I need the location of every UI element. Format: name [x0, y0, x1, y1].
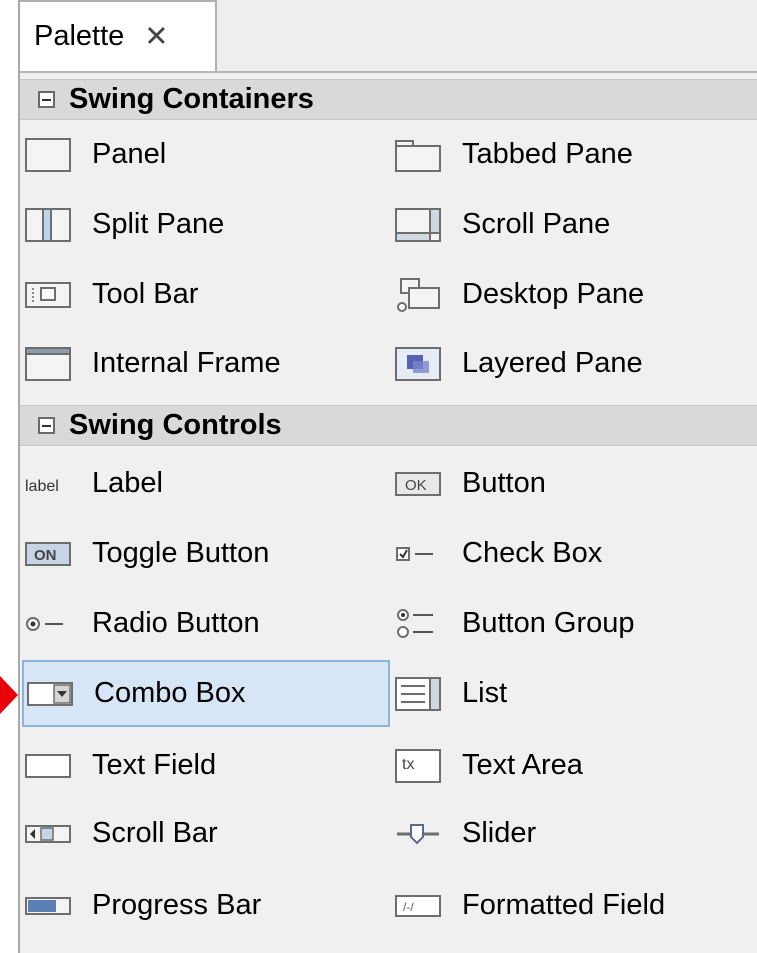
- palette-item-desktop-pane[interactable]: Desktop Pane: [392, 261, 752, 328]
- internal-frame-icon: [22, 344, 74, 384]
- check-box-icon: [392, 534, 444, 574]
- collapse-icon[interactable]: [38, 91, 55, 108]
- panel-icon: [22, 135, 74, 175]
- list-icon: [392, 674, 444, 714]
- radio-button-icon: [22, 604, 74, 644]
- collapse-icon[interactable]: [38, 417, 55, 434]
- split-pane-icon: [22, 205, 74, 245]
- item-label: Desktop Pane: [462, 278, 645, 310]
- palette-item-label[interactable]: label Label: [22, 450, 390, 517]
- item-label: Button Group: [462, 607, 635, 639]
- close-icon[interactable]: ✕: [144, 19, 168, 54]
- tab-strip: Palette ✕: [20, 0, 757, 73]
- tab-label: Palette: [34, 20, 125, 52]
- item-label: Radio Button: [92, 607, 260, 639]
- palette-item-check-box[interactable]: Check Box: [392, 520, 752, 587]
- palette-item-panel[interactable]: Panel: [22, 121, 390, 188]
- selection-marker-icon: [0, 676, 18, 714]
- button-icon: OK: [392, 464, 444, 504]
- palette-item-list[interactable]: List: [392, 660, 752, 727]
- palette-item-text-field[interactable]: Text Field: [22, 732, 390, 799]
- palette-item-layered-pane[interactable]: Layered Pane: [392, 330, 752, 397]
- item-label: Check Box: [462, 537, 603, 569]
- svg-text:/-/: /-/: [403, 900, 414, 914]
- palette-item-progress-bar[interactable]: Progress Bar: [22, 872, 390, 939]
- tabbed-pane-icon: [392, 135, 444, 175]
- progress-bar-icon: [22, 886, 74, 926]
- label-icon: label: [22, 464, 74, 504]
- palette-item-split-pane[interactable]: Split Pane: [22, 191, 390, 258]
- palette-item-combo-box[interactable]: Combo Box: [22, 660, 390, 727]
- item-label: Split Pane: [92, 208, 225, 240]
- palette-item-slider[interactable]: Slider: [392, 800, 752, 867]
- desktop-pane-icon: [392, 275, 444, 315]
- category-swing-containers[interactable]: Swing Containers: [20, 79, 757, 120]
- item-label: Tabbed Pane: [462, 138, 633, 170]
- item-label: Tool Bar: [92, 278, 199, 310]
- scroll-bar-icon: [22, 814, 74, 854]
- item-label: Panel: [92, 138, 167, 170]
- scroll-pane-icon: [392, 205, 444, 245]
- svg-text:label: label: [25, 478, 59, 495]
- item-label: Toggle Button: [92, 537, 270, 569]
- item-label: Formatted Field: [462, 889, 666, 921]
- item-label: Combo Box: [94, 677, 246, 709]
- item-label: Internal Frame: [92, 347, 281, 379]
- item-label: Scroll Bar: [92, 817, 218, 849]
- toggle-button-icon: ON: [22, 534, 74, 574]
- svg-text:tx: tx: [402, 756, 414, 773]
- item-label: Text Area: [462, 749, 583, 781]
- palette-item-button[interactable]: OK Button: [392, 450, 752, 517]
- palette-item-scroll-bar[interactable]: Scroll Bar: [22, 800, 390, 867]
- item-label: Label: [92, 467, 163, 499]
- item-label: Text Field: [92, 749, 217, 781]
- item-label: List: [462, 677, 508, 709]
- button-group-icon: [392, 604, 444, 644]
- palette-item-internal-frame[interactable]: Internal Frame: [22, 330, 390, 397]
- palette-item-button-group[interactable]: Button Group: [392, 590, 752, 657]
- layered-pane-icon: [392, 344, 444, 384]
- slider-icon: [392, 814, 444, 854]
- palette-window: Palette ✕ Swing Containers Panel Tabbed …: [18, 0, 757, 953]
- palette-item-tool-bar[interactable]: Tool Bar: [22, 261, 390, 328]
- item-label: Slider: [462, 817, 537, 849]
- svg-text:OK: OK: [405, 477, 427, 494]
- item-label: Layered Pane: [462, 347, 643, 379]
- text-field-icon: [22, 746, 74, 786]
- formatted-field-icon: /-/: [392, 886, 444, 926]
- item-label: Scroll Pane: [462, 208, 611, 240]
- item-label: Progress Bar: [92, 889, 262, 921]
- svg-text:ON: ON: [34, 547, 57, 564]
- palette-item-text-area[interactable]: tx Text Area: [392, 732, 752, 799]
- category-label: Swing Controls: [69, 409, 282, 441]
- palette-item-radio-button[interactable]: Radio Button: [22, 590, 390, 657]
- category-swing-controls[interactable]: Swing Controls: [20, 405, 757, 446]
- text-area-icon: tx: [392, 746, 444, 786]
- palette-item-tabbed-pane[interactable]: Tabbed Pane: [392, 121, 752, 188]
- combo-box-icon: [24, 674, 76, 714]
- tool-bar-icon: [22, 275, 74, 315]
- palette-item-formatted-field[interactable]: /-/ Formatted Field: [392, 872, 752, 939]
- palette-item-toggle-button[interactable]: ON Toggle Button: [22, 520, 390, 587]
- palette-item-scroll-pane[interactable]: Scroll Pane: [392, 191, 752, 258]
- item-label: Button: [462, 467, 546, 499]
- category-label: Swing Containers: [69, 83, 314, 115]
- tab-palette[interactable]: Palette ✕: [20, 0, 217, 71]
